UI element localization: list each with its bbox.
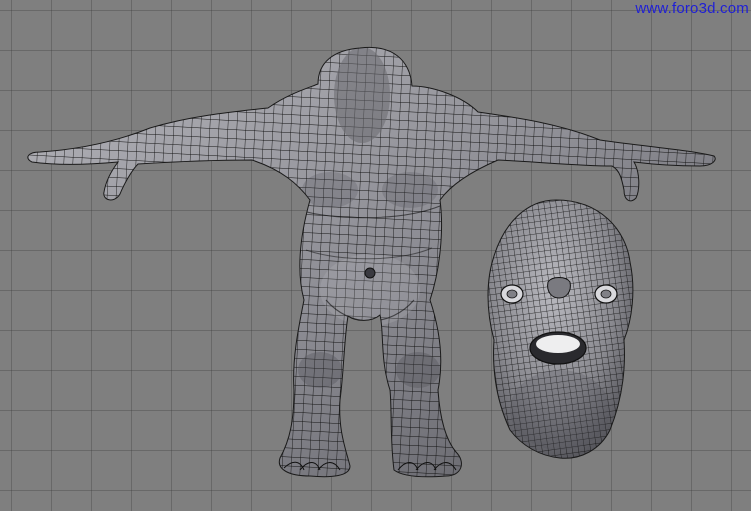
body-mesh[interactable] — [0, 0, 751, 511]
navel — [364, 267, 376, 279]
nose — [547, 277, 571, 299]
head-mesh[interactable] — [480, 195, 640, 465]
3d-viewport[interactable]: www.foro3d.com — [0, 0, 751, 511]
teeth — [536, 335, 580, 353]
watermark-text: www.foro3d.com — [635, 0, 749, 17]
scene-canvas — [0, 0, 751, 511]
